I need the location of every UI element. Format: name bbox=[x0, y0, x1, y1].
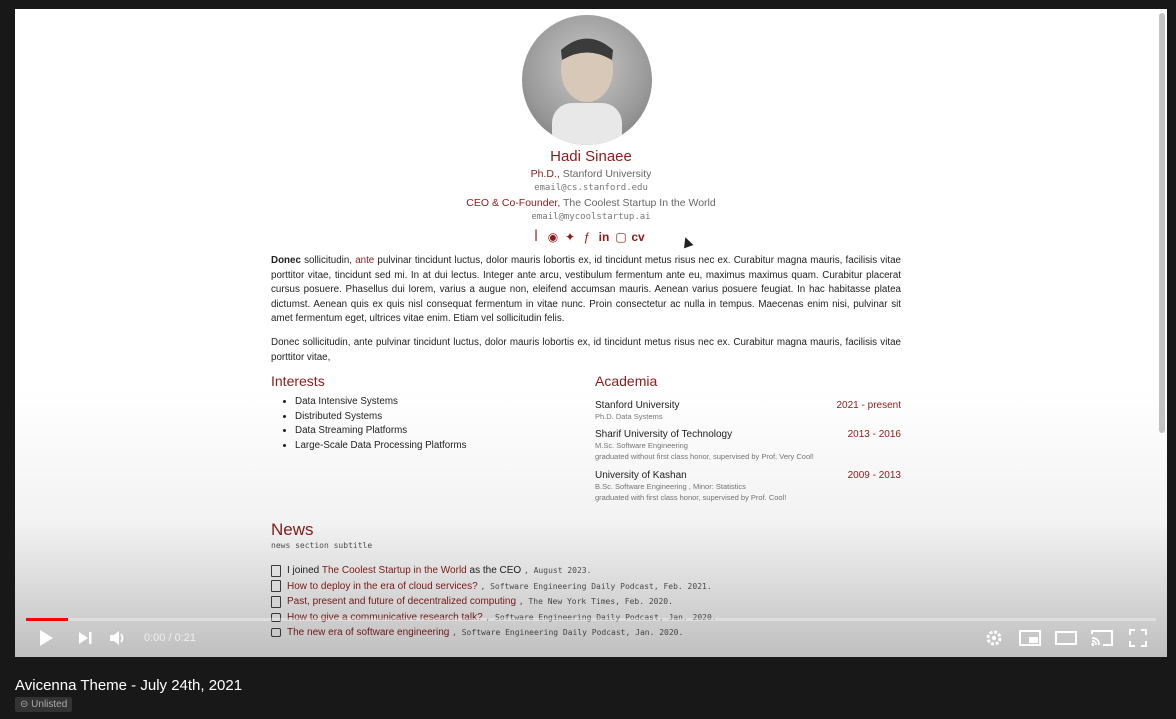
news-post: as the CEO bbox=[466, 565, 522, 576]
school-name: University of Kashan bbox=[595, 470, 687, 481]
video-title: Avicenna Theme - July 24th, 2021 bbox=[15, 677, 243, 694]
twitter-icon[interactable]: ✦ bbox=[563, 230, 577, 244]
video-frame: Hadi Sinaee Ph.D., Stanford University e… bbox=[15, 9, 1167, 657]
settings-button[interactable] bbox=[982, 627, 1006, 649]
academia-entry: Stanford University 2021 - present Ph.D. … bbox=[595, 400, 901, 422]
next-button[interactable] bbox=[74, 627, 96, 649]
school-years: 2013 - 2016 bbox=[847, 429, 901, 440]
list-item: Data Streaming Platforms bbox=[295, 424, 467, 439]
volume-button[interactable] bbox=[106, 627, 130, 649]
twitch-icon[interactable]: ▢ bbox=[614, 230, 628, 244]
facebook-icon[interactable]: ƒ bbox=[580, 230, 594, 244]
school-name: Stanford University bbox=[595, 400, 680, 411]
list-item: I joined The Coolest Startup in the Worl… bbox=[271, 563, 591, 578]
miniplayer-button[interactable] bbox=[1018, 627, 1042, 649]
document-icon bbox=[271, 580, 281, 592]
news-subtitle: news section subtitle bbox=[271, 541, 373, 550]
school-years: 2009 - 2013 bbox=[847, 470, 901, 481]
list-item: Large-Scale Data Processing Platforms bbox=[295, 439, 467, 454]
academia-entry: University of Kashan 2009 - 2013 B.Sc. So… bbox=[595, 470, 901, 503]
school-detail: B.Sc. Software Engineering , Minor: Stat… bbox=[595, 482, 746, 491]
document-icon bbox=[271, 595, 281, 608]
progress-played bbox=[26, 618, 68, 621]
school-detail: M.Sc. Software Engineering bbox=[595, 441, 688, 450]
next-icon bbox=[79, 632, 92, 644]
google-scholar-icon[interactable]: ꟾ bbox=[529, 230, 543, 244]
school-years: 2021 - present bbox=[836, 400, 902, 411]
fullscreen-icon bbox=[1129, 629, 1147, 647]
page-scrollbar bbox=[1159, 13, 1165, 433]
profile-name: Hadi Sinaee bbox=[550, 148, 632, 165]
gear-icon bbox=[986, 630, 1002, 646]
play-button[interactable] bbox=[35, 627, 57, 649]
list-item: Data Intensive Systems bbox=[295, 395, 467, 410]
link-icon: ⊝ bbox=[20, 699, 32, 710]
degree-org: Stanford University bbox=[562, 168, 652, 180]
avatar bbox=[522, 15, 652, 145]
degree-line: Ph.D., Stanford University bbox=[15, 168, 1167, 180]
email-academic[interactable]: email@cs.stanford.edu bbox=[15, 183, 1167, 193]
document-icon bbox=[271, 564, 281, 577]
list-item: The new era of software engineering , So… bbox=[271, 625, 683, 640]
news-pre: I joined bbox=[287, 565, 322, 576]
bio-link[interactable]: ante bbox=[355, 255, 374, 266]
linkedin-icon[interactable]: in bbox=[597, 230, 611, 244]
news-source: , The New York Times, Feb. 2020. bbox=[518, 597, 673, 606]
theater-icon bbox=[1055, 631, 1077, 645]
fullscreen-button[interactable] bbox=[1126, 627, 1150, 649]
school-detail: graduated with first class honor, superv… bbox=[595, 493, 787, 502]
interests-list: Data Intensive Systems Distributed Syste… bbox=[295, 395, 467, 453]
news-link[interactable]: The new era of software engineering bbox=[287, 627, 449, 638]
mouse-cursor-icon bbox=[680, 235, 694, 249]
news-link[interactable]: The Coolest Startup in the World bbox=[322, 565, 467, 576]
news-source: , Software Engineering Daily Podcast, Fe… bbox=[480, 581, 712, 591]
cast-icon bbox=[1091, 630, 1113, 646]
cast-button[interactable] bbox=[1090, 627, 1114, 649]
list-item: Distributed Systems bbox=[295, 410, 467, 425]
play-icon bbox=[40, 630, 53, 646]
miniplayer-icon bbox=[1019, 630, 1041, 646]
github-icon[interactable]: ◉ bbox=[546, 230, 560, 244]
volume-icon bbox=[110, 631, 124, 645]
news-source: , Software Engineering Daily Podcast, Ja… bbox=[452, 628, 684, 637]
bio-bold: Donec bbox=[271, 255, 301, 266]
school-detail: Ph.D. Data Systems bbox=[595, 412, 663, 421]
social-links: ꟾ ◉ ✦ ƒ in ▢ cv bbox=[529, 230, 645, 244]
theater-button[interactable] bbox=[1054, 627, 1078, 649]
role-org: The Coolest Startup In the World bbox=[562, 197, 716, 209]
cv-link[interactable]: cv bbox=[631, 230, 645, 244]
school-name: Sharif University of Technology bbox=[595, 429, 733, 440]
academia-heading: Academia bbox=[595, 373, 658, 389]
school-detail: graduated without first class honor, sup… bbox=[595, 452, 814, 461]
visibility-label: Unlisted bbox=[31, 699, 68, 710]
news-source: , August 2023. bbox=[523, 566, 592, 575]
bio-paragraph-2: Donec sollicitudin, ante pulvinar tincid… bbox=[271, 337, 901, 363]
news-link[interactable]: Past, present and future of decentralize… bbox=[287, 596, 516, 607]
list-item: How to give a communicative research tal… bbox=[271, 610, 717, 625]
list-item: Past, present and future of decentralize… bbox=[271, 594, 673, 609]
news-link[interactable]: How to deploy in the era of cloud servic… bbox=[287, 581, 478, 592]
bio-text-a: sollicitudin, bbox=[300, 255, 356, 266]
email-startup[interactable]: email@mycoolstartup.ai bbox=[15, 212, 1167, 222]
video-player[interactable]: Hadi Sinaee Ph.D., Stanford University e… bbox=[15, 9, 1167, 657]
news-heading: News bbox=[271, 520, 314, 539]
video-icon bbox=[271, 628, 281, 637]
role-line: CEO & Co-Founder, The Coolest Startup In… bbox=[15, 197, 1167, 209]
interests-heading: Interests bbox=[271, 373, 325, 389]
academia-entry: Sharif University of Technology 2013 - 20… bbox=[595, 429, 901, 462]
list-item: How to deploy in the era of cloud servic… bbox=[271, 579, 712, 594]
degree: Ph.D., bbox=[530, 168, 560, 180]
bio-paragraph-1: Donec sollicitudin, ante pulvinar tincid… bbox=[271, 254, 901, 327]
time-display: 0:00 / 0:21 bbox=[144, 632, 196, 644]
visibility-badge: ⊝ Unlisted bbox=[15, 697, 73, 712]
progress-bar[interactable] bbox=[26, 618, 1156, 621]
role: CEO & Co-Founder, bbox=[466, 197, 561, 209]
